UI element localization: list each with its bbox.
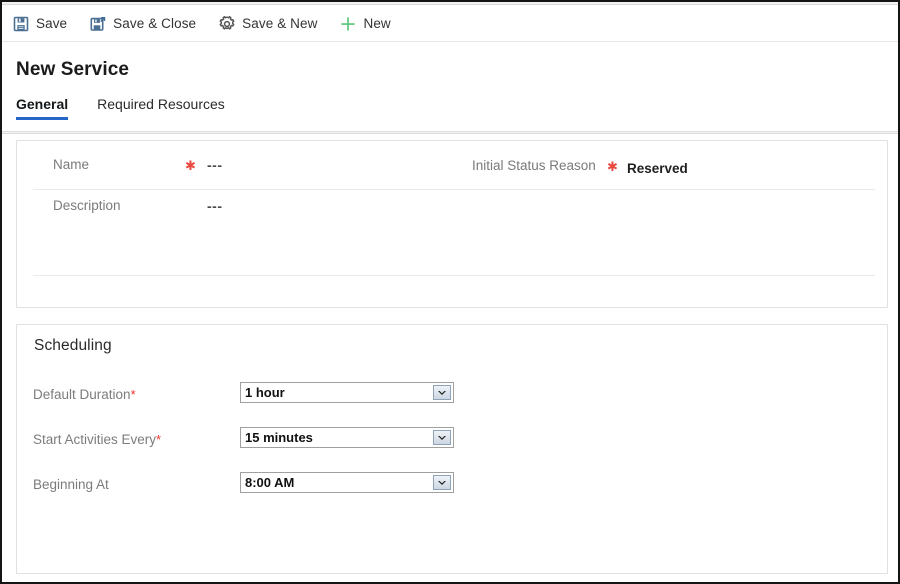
start-activities-every-label: Start Activities Every* bbox=[33, 432, 161, 447]
save-and-new-button[interactable]: Save & New bbox=[217, 10, 326, 38]
save-and-new-button-label: Save & New bbox=[242, 16, 318, 31]
beginning-at-label: Beginning At bbox=[33, 477, 109, 492]
beginning-at-value: 8:00 AM bbox=[245, 475, 295, 490]
general-section-card: Name ✱ --- Initial Status Reason ✱ Reser… bbox=[16, 140, 888, 308]
chevron-down-icon[interactable] bbox=[433, 430, 451, 445]
start-activities-every-label-text: Start Activities Every bbox=[33, 432, 157, 447]
save-and-close-button-label: Save & Close bbox=[113, 16, 197, 31]
default-duration-required-indicator: * bbox=[130, 387, 136, 402]
start-activities-every-value: 15 minutes bbox=[245, 430, 313, 445]
save-button[interactable]: Save bbox=[11, 10, 76, 38]
chevron-down-icon[interactable] bbox=[433, 385, 451, 400]
description-field-label: Description bbox=[53, 198, 121, 213]
tab-required-resources-label: Required Resources bbox=[97, 96, 225, 112]
chevron-down-icon[interactable] bbox=[433, 475, 451, 490]
scheduling-section-title: Scheduling bbox=[34, 337, 112, 354]
initial-status-reason-required-indicator: ✱ bbox=[607, 159, 618, 174]
start-activities-every-required-indicator: * bbox=[156, 432, 162, 447]
save-and-close-button[interactable]: Save & Close bbox=[88, 10, 205, 38]
general-row-divider-1 bbox=[33, 189, 875, 190]
default-duration-label: Default Duration* bbox=[33, 387, 136, 402]
plus-icon bbox=[340, 16, 356, 32]
scheduling-section-card: Scheduling Default Duration* 1 hour Star… bbox=[16, 324, 888, 574]
default-duration-dropdown[interactable]: 1 hour bbox=[240, 382, 454, 403]
header-divider bbox=[2, 131, 898, 134]
name-required-indicator: ✱ bbox=[185, 158, 196, 173]
default-duration-value: 1 hour bbox=[245, 385, 285, 400]
save-and-close-floppy-icon bbox=[90, 16, 106, 32]
beginning-at-label-text: Beginning At bbox=[33, 477, 109, 492]
tab-strip: General Required Resources bbox=[16, 96, 254, 120]
window-top-edge bbox=[2, 2, 898, 5]
beginning-at-dropdown[interactable]: 8:00 AM bbox=[240, 472, 454, 493]
start-activities-every-dropdown[interactable]: 15 minutes bbox=[240, 427, 454, 448]
name-field-value[interactable]: --- bbox=[207, 157, 223, 173]
initial-status-reason-value[interactable]: Reserved bbox=[627, 161, 688, 176]
initial-status-reason-label: Initial Status Reason bbox=[472, 158, 596, 173]
command-bar: Save Save & Close Save & New New bbox=[2, 6, 898, 42]
save-floppy-icon bbox=[13, 16, 29, 32]
page-title: New Service bbox=[16, 59, 130, 80]
tab-general[interactable]: General bbox=[16, 96, 69, 120]
save-and-new-gear-icon bbox=[219, 15, 235, 32]
description-field-value[interactable]: --- bbox=[207, 198, 223, 214]
default-duration-label-text: Default Duration bbox=[33, 387, 131, 402]
tab-general-label: General bbox=[16, 96, 69, 112]
save-button-label: Save bbox=[36, 16, 68, 31]
new-service-window: Save Save & Close Save & New New New Ser… bbox=[0, 0, 900, 584]
tab-required-resources[interactable]: Required Resources bbox=[97, 96, 225, 120]
new-button[interactable]: New bbox=[338, 10, 399, 38]
name-field-label: Name bbox=[53, 157, 90, 172]
new-button-label: New bbox=[363, 16, 391, 31]
general-row-divider-2 bbox=[33, 275, 875, 276]
page-header: New Service General Required Resources bbox=[2, 42, 898, 134]
